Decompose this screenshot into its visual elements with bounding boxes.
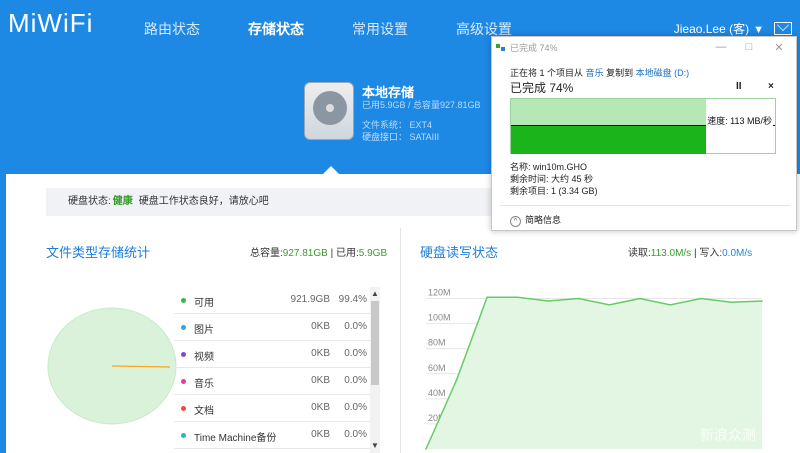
copy-progress-dialog: 已完成 74% — □ ✕ 正在将 1 个项目从 音乐 复制到 本地磁盘 (D:… bbox=[491, 36, 797, 231]
rw-title: 硬盘读写状态 bbox=[420, 245, 499, 260]
user-menu[interactable]: Jieao.Lee (客) ▼ bbox=[674, 20, 764, 37]
mail-icon[interactable] bbox=[774, 22, 792, 35]
file-type-table: 可用 921.9GB 99.4% 图片 0KB 0.0% 视频 0KB 0.0% 音乐 0KB… bbox=[174, 287, 380, 453]
destination-link[interactable]: 本地磁盘 (D:) bbox=[636, 68, 690, 78]
rw-meta: 读取:113.0M/s | 写入:0.0M/s bbox=[628, 248, 753, 259]
remaining-items: 剩余项目: 1 (3.34 GB) bbox=[510, 186, 598, 196]
minimize-icon[interactable]: — bbox=[714, 41, 728, 53]
y-tick-label: 40M bbox=[428, 388, 446, 398]
data-point bbox=[577, 297, 580, 300]
file-stats-title: 文件类型存储统计 bbox=[46, 245, 151, 260]
pause-button[interactable]: II bbox=[736, 81, 742, 92]
hard-disk-icon bbox=[304, 82, 354, 140]
section-divider bbox=[400, 228, 401, 453]
y-tick-label: 120M bbox=[428, 288, 451, 298]
chevron-down-icon: ▼ bbox=[753, 24, 764, 36]
health-desc: 硬盘工作状态良好，请放心吧 bbox=[138, 196, 269, 207]
speed-label: 速度: 113 MB/秒 bbox=[706, 114, 773, 127]
main-nav: 路由状态 存储状态 常用设置 高级设置 bbox=[120, 0, 536, 58]
legend-dot bbox=[181, 325, 186, 330]
dialog-separator bbox=[500, 205, 790, 206]
progress-fill-light bbox=[511, 99, 707, 125]
source-link[interactable]: 音乐 bbox=[586, 68, 604, 78]
data-point bbox=[608, 304, 611, 306]
y-tick-label: 100M bbox=[428, 313, 451, 323]
nav-router-status[interactable]: 路由状态 bbox=[120, 0, 224, 58]
y-tick-label: 60M bbox=[428, 363, 446, 373]
data-point bbox=[455, 379, 458, 381]
user-name: Jieao.Lee (客) bbox=[673, 22, 750, 36]
table-scrollbar[interactable]: ▲ ▼ bbox=[370, 287, 380, 453]
copy-description: 正在将 1 个项目从 音乐 复制到 本地磁盘 (D:) bbox=[510, 68, 690, 78]
close-icon[interactable]: ✕ bbox=[772, 41, 786, 54]
table-row: Time Machine备份 0KB 0.0% bbox=[174, 422, 370, 449]
table-row: 图片 0KB 0.0% bbox=[174, 314, 370, 341]
storage-usage: 已用5.9GB / 总容量927.81GB bbox=[362, 100, 481, 110]
y-tick-label: 80M bbox=[428, 338, 446, 348]
data-point bbox=[547, 300, 549, 302]
nav-common-settings[interactable]: 常用设置 bbox=[328, 0, 432, 58]
data-point bbox=[639, 297, 641, 300]
data-point bbox=[425, 448, 427, 450]
table-row: 可用 921.9GB 99.4% bbox=[174, 287, 370, 314]
data-point bbox=[761, 300, 763, 302]
health-label: 硬盘状态: bbox=[68, 196, 111, 207]
table-row: 文档 0KB 0.0% bbox=[174, 395, 370, 422]
legend-dot bbox=[181, 406, 186, 411]
storage-pie-chart bbox=[47, 307, 177, 425]
miwifi-logo: MiWiFi bbox=[8, 8, 94, 38]
scroll-thumb[interactable] bbox=[371, 301, 379, 385]
scroll-up-icon[interactable]: ▲ bbox=[370, 289, 380, 298]
legend-dot bbox=[181, 379, 186, 384]
legend-dot bbox=[181, 298, 186, 303]
watermark: 新浪众测 bbox=[700, 427, 756, 443]
data-point bbox=[516, 296, 519, 299]
legend-dot bbox=[181, 433, 186, 438]
data-point bbox=[700, 297, 702, 300]
nav-storage-status[interactable]: 存储状态 bbox=[224, 0, 328, 58]
health-status: 健康 bbox=[112, 196, 133, 207]
cancel-button[interactable]: × bbox=[768, 81, 774, 92]
table-row: 视频 0KB 0.0% bbox=[174, 341, 370, 368]
legend-dot bbox=[181, 352, 186, 357]
active-pointer bbox=[323, 166, 339, 174]
file-stats-meta: 总容量:927.81GB | 已用:5.9GB bbox=[250, 248, 388, 259]
storage-interface: 硬盘接口： SATAIII bbox=[362, 132, 440, 142]
progress-fill bbox=[511, 125, 707, 154]
health-bar: 硬盘状态: 健康 硬盘工作状态良好，请放心吧 bbox=[46, 188, 516, 216]
data-point bbox=[486, 296, 488, 299]
progress-text: 已完成 74% bbox=[510, 81, 574, 95]
transfer-speed-graph: 速度: 113 MB/秒 bbox=[510, 98, 776, 154]
data-point bbox=[730, 301, 733, 304]
table-row: 音乐 0KB 0.0% bbox=[174, 368, 370, 395]
scroll-down-icon[interactable]: ▼ bbox=[370, 441, 380, 450]
chevron-up-icon: ^ bbox=[510, 216, 521, 227]
data-point bbox=[669, 304, 672, 306]
maximize-icon[interactable]: □ bbox=[742, 41, 756, 53]
fewer-details-button[interactable]: ^ 简略信息 bbox=[510, 213, 561, 227]
